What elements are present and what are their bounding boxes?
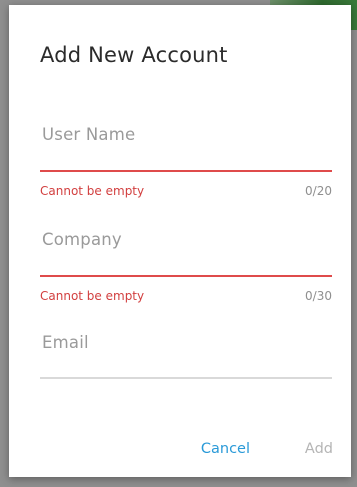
dialog-title: Add New Account — [40, 43, 228, 67]
cancel-button[interactable]: Cancel — [201, 441, 250, 457]
user-name-error: Cannot be empty — [40, 184, 145, 198]
user-name-placeholder: User Name — [42, 125, 136, 144]
company-placeholder: Company — [42, 230, 122, 249]
user-name-counter: 0/20 — [305, 184, 332, 198]
company-counter: 0/30 — [305, 289, 332, 303]
add-account-dialog: Add New Account User Name Cannot be empt… — [9, 5, 351, 477]
email-field[interactable]: Email — [40, 333, 332, 383]
email-underline — [40, 377, 332, 379]
company-error: Cannot be empty — [40, 289, 145, 303]
company-underline — [40, 275, 332, 277]
user-name-field[interactable]: User Name Cannot be empty 0/20 — [40, 125, 332, 205]
email-placeholder: Email — [42, 333, 89, 352]
company-field[interactable]: Company Cannot be empty 0/30 — [40, 230, 332, 310]
add-button[interactable]: Add — [305, 441, 333, 457]
user-name-underline — [40, 170, 332, 172]
